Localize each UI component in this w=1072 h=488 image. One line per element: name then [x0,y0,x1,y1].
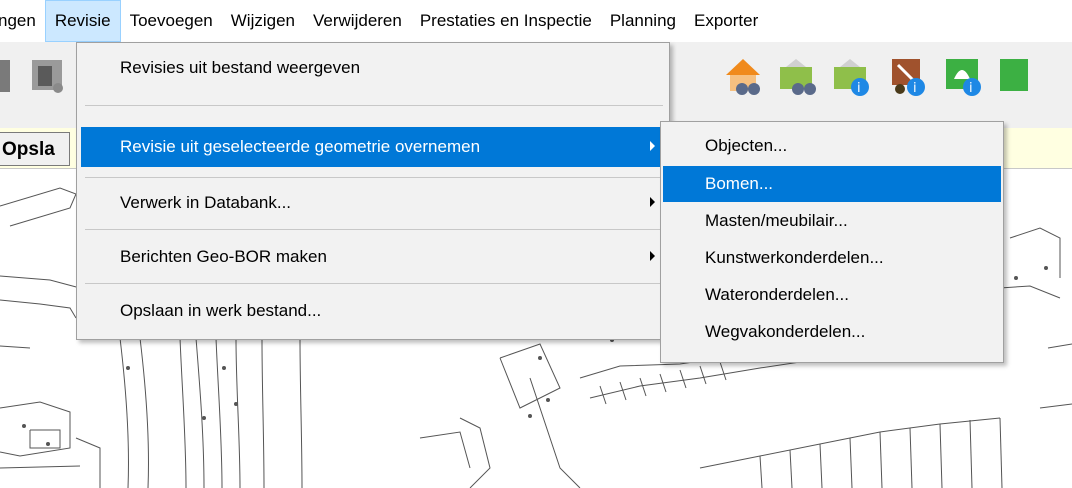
toolbar-binoculars-icon[interactable] [28,56,68,96]
tools-info-icon[interactable]: i [886,55,928,97]
menu-item-label: Berichten Geo-BOR maken [120,247,327,266]
submenu-item-objecten[interactable]: Objecten... [663,128,1001,164]
menu-separator [85,283,663,284]
folder-info-icon[interactable]: i [830,55,872,97]
menu-separator [85,229,663,230]
menu-item-verwerk-in-databank[interactable]: Verwerk in Databank... [81,183,665,223]
revisie-dropdown-menu: Revisies uit bestand weergeven Revisie u… [76,42,670,340]
submenu-arrow-icon [650,251,655,261]
submenu-item-masten-meubilair[interactable]: Masten/meubilair... [663,203,1001,239]
tab-opslaan[interactable]: Opsla [0,132,70,166]
folder-binoculars-icon[interactable] [776,55,818,97]
home-binoculars-icon[interactable] [722,55,764,97]
svg-text:i: i [969,81,973,96]
svg-text:i: i [857,81,861,96]
menu-separator [85,177,663,178]
menu-item-label: Verwerk in Databank... [120,193,292,212]
submenu-arrow-icon [650,197,655,207]
menu-wijzigen[interactable]: Wijzigen [222,0,304,42]
menu-item-label: Revisies uit bestand weergeven [120,58,361,77]
menu-item-revisies-uit-bestand[interactable]: Revisies uit bestand weergeven [81,48,665,88]
menu-item-label: Revisie uit geselecteerde geometrie over… [120,137,481,156]
menu-verwijderen[interactable]: Verwijderen [304,0,411,42]
geometrie-submenu: Objecten... Bomen... Masten/meubilair...… [660,121,1004,363]
menu-exporteren[interactable]: Exporter [685,0,767,42]
submenu-item-wateronderdelen[interactable]: Wateronderdelen... [663,277,1001,313]
submenu-arrow-icon [650,141,655,151]
menu-revisie[interactable]: Revisie [44,0,121,42]
menu-bar: ngen Revisie Toevoegen Wijzigen Verwijde… [0,0,1072,42]
svg-text:i: i [913,81,917,96]
submenu-item-bomen[interactable]: Bomen... [663,166,1001,202]
menu-toevoegen[interactable]: Toevoegen [121,0,222,42]
submenu-item-wegvakonderdelen[interactable]: Wegvakonderdelen... [663,314,1001,350]
menu-item-revisie-uit-geometrie[interactable]: Revisie uit geselecteerde geometrie over… [81,127,665,167]
menu-item-berichten-geo-bor[interactable]: Berichten Geo-BOR maken [81,237,665,277]
menu-instellingen[interactable]: ngen [0,0,45,42]
green-tool-icon[interactable] [996,55,1036,97]
tree-info-icon[interactable]: i [942,55,984,97]
menu-item-label: Opslaan in werk bestand... [120,301,322,320]
menu-separator [85,105,663,106]
submenu-item-kunstwerkonderdelen[interactable]: Kunstwerkonderdelen... [663,240,1001,276]
menu-prestaties-inspectie[interactable]: Prestaties en Inspectie [411,0,601,42]
menu-planning[interactable]: Planning [601,0,685,42]
menu-item-opslaan-in-werk-bestand[interactable]: Opslaan in werk bestand... [81,291,665,331]
toolbar-tool-icon[interactable] [0,56,12,96]
